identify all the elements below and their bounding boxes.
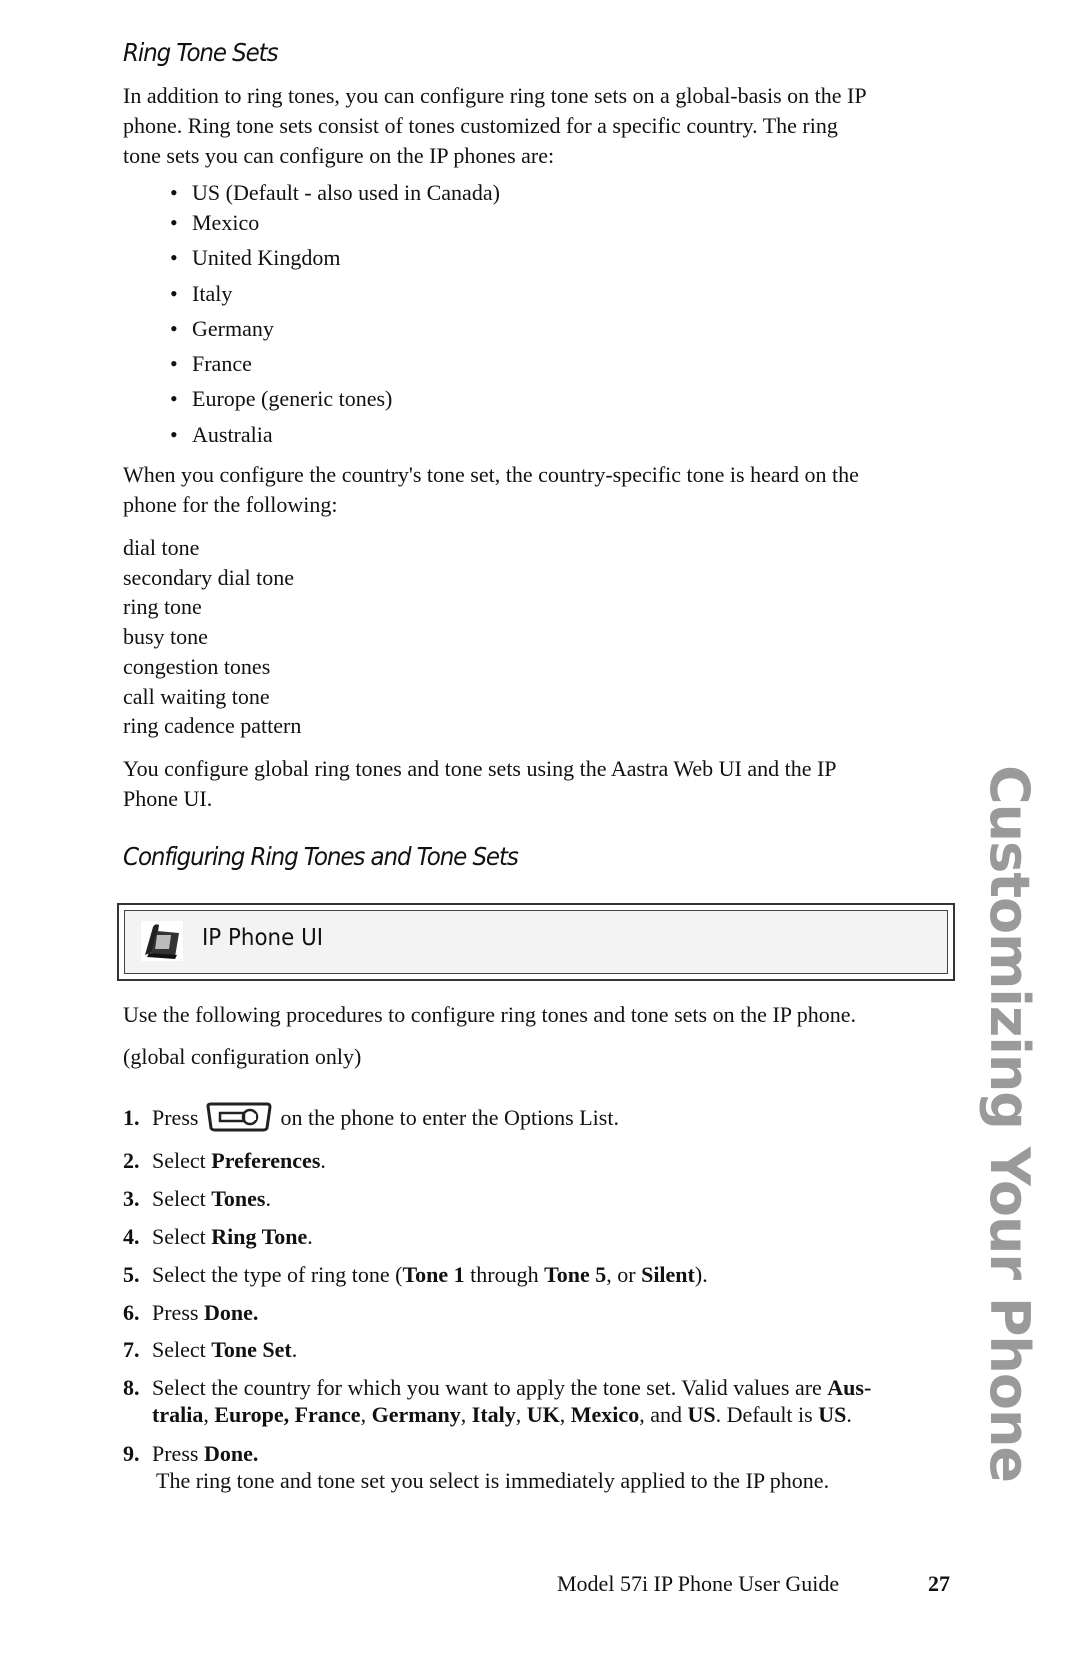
chapter-side-tab: Customizing Your Phone [978,765,1041,1517]
section-heading-ring-tone-sets: Ring Tone Sets [123,38,279,67]
section-heading-configuring: Configuring Ring Tones and Tone Sets [123,842,519,871]
bullet-icon: • [170,280,178,306]
list-item: • Germany [170,314,500,349]
chapter-side-tab-label: Customizing Your Phone [978,765,1041,1483]
step-9-detail: The ring tone and tone set you select is… [156,1468,830,1493]
bullet-icon: • [170,351,178,377]
footer-guide-title: Model 57i IP Phone User Guide [557,1571,840,1596]
bullet-icon: • [170,421,178,447]
bullet-icon: • [170,245,178,271]
ip-phone-ui-label: IP Phone UI [202,925,324,951]
config-note-paragraph: You configure global ring tones and tone… [123,754,953,814]
list-item: • Europe (generic tones) [170,384,500,419]
document-page: Ring Tone Sets In addition to ring tones… [0,0,1080,1669]
tone-item: busy tone [123,624,208,650]
tone-item: congestion tones [123,653,271,679]
ip-phone-ui-callout: IP Phone UI [117,903,955,981]
tone-item: call waiting tone [123,683,270,709]
page-number: 27 [928,1571,950,1596]
list-item: • Australia [170,420,500,455]
list-item: • Italy [170,279,500,314]
tone-item: secondary dial tone [123,564,295,590]
tone-intro-line: phone for the following: [123,492,338,517]
tone-item: ring tone [123,594,202,620]
procedure-intro: Use the following procedures to configur… [123,1002,856,1027]
bullet-icon: • [170,210,178,235]
list-item: • United Kingdom [170,243,500,278]
tone-intro-paragraph: When you configure the country's tone se… [123,460,953,520]
intro-line: phone. Ring tone sets consist of tones c… [123,113,838,138]
intro-line: In addition to ring tones, you can confi… [123,83,867,108]
list-item: • US (Default - also used in Canada) [170,178,500,208]
list-item: • Mexico [170,208,500,243]
options-key-icon [206,1102,272,1132]
tone-item: ring cadence pattern [123,713,302,739]
config-note-line: Phone UI. [123,786,213,811]
bullet-icon: • [170,386,178,412]
desk-phone-icon [141,921,183,961]
tone-intro-line: When you configure the country's tone se… [123,462,859,487]
bullet-icon: • [170,180,178,205]
bullet-icon: • [170,315,178,341]
list-item: • France [170,349,500,384]
intro-paragraph: In addition to ring tones, you can confi… [123,81,953,171]
tone-item: dial tone [123,535,200,560]
scope-note: (global configuration only) [123,1044,362,1069]
intro-line: tone sets you can configure on the IP ph… [123,143,555,168]
tone-list: dial tone secondary dial tone ring tone … [123,533,301,741]
country-tone-set-list: • US (Default - also used in Canada) • Mex… [170,178,500,455]
config-note-line: You configure global ring tones and tone… [123,756,837,781]
